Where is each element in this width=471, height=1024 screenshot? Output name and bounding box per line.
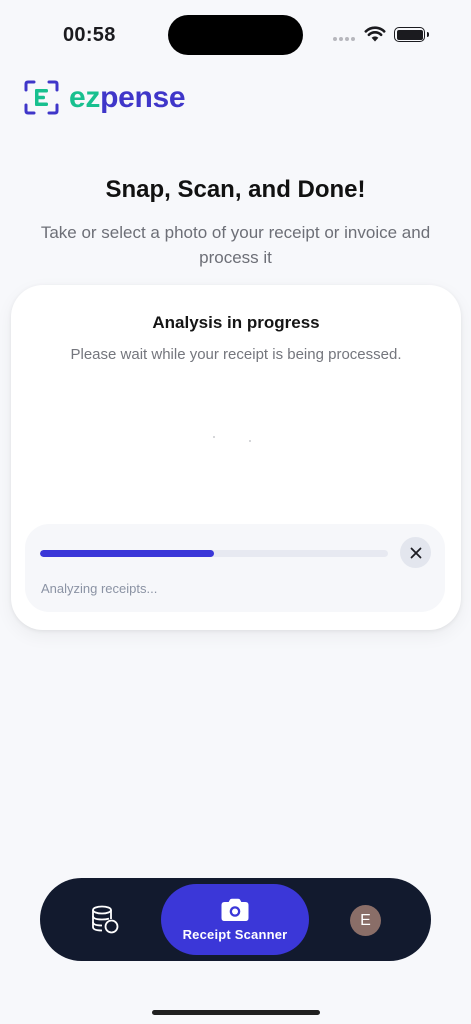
progress-bar-fill xyxy=(40,550,214,557)
database-icon[interactable] xyxy=(90,905,120,935)
cellular-signal-icon xyxy=(333,37,355,41)
logo-wordmark: ezpense xyxy=(69,80,186,114)
logo-mark-icon xyxy=(24,80,59,115)
camera-icon xyxy=(221,898,249,921)
battery-icon xyxy=(394,27,429,42)
avatar-initial: E xyxy=(360,911,371,929)
loading-dot xyxy=(213,436,215,438)
status-time: 00:58 xyxy=(63,24,116,46)
progress-panel: Analyzing receipts... xyxy=(25,524,445,612)
wifi-icon xyxy=(364,26,386,42)
dynamic-island xyxy=(168,15,303,55)
analysis-card: Analysis in progress Please wait while y… xyxy=(11,285,461,630)
page-subtitle: Take or select a photo of your receipt o… xyxy=(40,223,431,267)
close-icon xyxy=(410,547,421,558)
cancel-analysis-button[interactable] xyxy=(400,537,431,568)
bottom-nav: Receipt Scanner E xyxy=(40,878,431,961)
progress-bar xyxy=(40,550,388,557)
avatar[interactable]: E xyxy=(350,905,381,936)
progress-status: Analyzing receipts... xyxy=(41,581,158,596)
home-indicator xyxy=(152,1010,320,1015)
loading-dot xyxy=(249,440,251,442)
analysis-title: Analysis in progress xyxy=(152,313,320,332)
analysis-description: Please wait while your receipt is being … xyxy=(70,346,402,363)
receipt-scanner-button[interactable]: Receipt Scanner xyxy=(161,884,309,955)
app-logo: ezpense xyxy=(24,80,186,115)
receipt-scanner-label: Receipt Scanner xyxy=(182,926,288,942)
status-bar: 00:58 xyxy=(0,0,471,70)
page-title: Snap, Scan, and Done! xyxy=(105,176,366,203)
